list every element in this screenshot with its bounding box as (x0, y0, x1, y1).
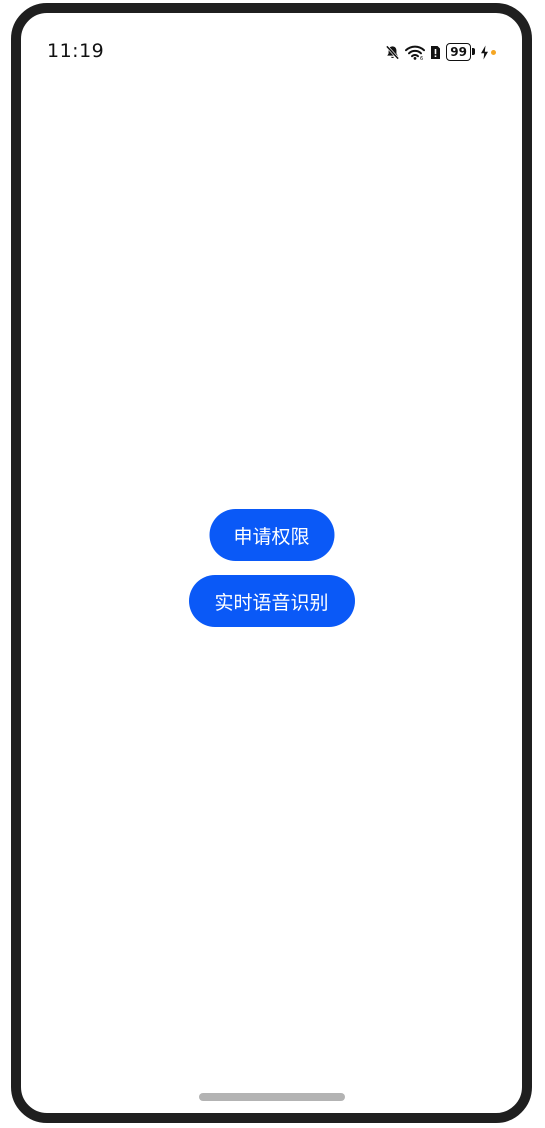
phone-frame: 11:19 6 99 申请权限 实时语音识别 (11, 3, 532, 1123)
home-indicator[interactable] (198, 1093, 345, 1101)
realtime-speech-recognition-button[interactable]: 实时语音识别 (188, 575, 355, 627)
request-permission-button[interactable]: 申请权限 (209, 509, 334, 561)
main-content: 申请权限 实时语音识别 (21, 13, 522, 1113)
